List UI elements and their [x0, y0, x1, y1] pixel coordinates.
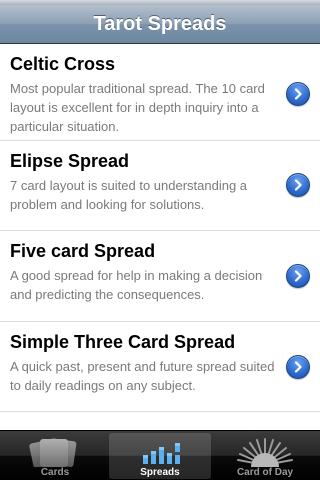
tab-label: Cards — [40, 467, 70, 478]
spread-title: Elipse Spread — [10, 151, 130, 171]
spread-description: A quick past, present and future spread … — [10, 359, 275, 393]
spread-description: A good spread for help in making a decis… — [10, 268, 263, 302]
cards-icon — [29, 438, 77, 467]
list-item-five-card-spread[interactable]: Five card Spread A good spread for help … — [0, 231, 320, 322]
app-screen: Tarot Spreads Celtic Cross Most popular … — [0, 0, 320, 480]
list-item-simple-three-card-spread[interactable]: Simple Three Card Spread A quick past, p… — [0, 322, 320, 412]
chevron-right-icon — [294, 179, 302, 191]
tab-spreads[interactable]: Spreads — [109, 433, 211, 479]
detail-disclosure-button[interactable] — [286, 264, 310, 288]
spreads-icon — [143, 443, 180, 464]
tab-cards[interactable]: Cards — [4, 433, 106, 479]
list-item-elipse-spread[interactable]: Elipse Spread 7 card layout is suited to… — [0, 141, 320, 231]
tab-label: Spreads — [140, 467, 180, 478]
chevron-right-icon — [294, 88, 302, 100]
spread-title: Five card Spread — [10, 241, 156, 261]
spread-description: Most popular traditional spread. The 10 … — [10, 81, 265, 134]
detail-disclosure-button[interactable] — [286, 82, 310, 106]
detail-disclosure-button[interactable] — [286, 173, 310, 197]
detail-disclosure-button[interactable] — [286, 355, 310, 379]
spread-title: Simple Three Card Spread — [10, 332, 236, 352]
tab-label: Card of Day — [236, 467, 294, 478]
sunburst-icon — [237, 438, 293, 467]
list-item-celtic-cross[interactable]: Celtic Cross Most popular traditional sp… — [0, 44, 320, 141]
tab-card-of-day[interactable]: Card of Day — [214, 433, 316, 479]
spread-description: 7 card layout is suited to understanding… — [10, 178, 248, 212]
spread-list: Celtic Cross Most popular traditional sp… — [0, 44, 320, 430]
spread-title: Celtic Cross — [10, 54, 116, 74]
chevron-right-icon — [294, 270, 302, 282]
tab-bar: Cards Spreads Card of Day — [0, 430, 320, 480]
page-title: Tarot Spreads — [93, 12, 227, 35]
navigation-bar: Tarot Spreads — [0, 5, 320, 44]
chevron-right-icon — [294, 361, 302, 373]
